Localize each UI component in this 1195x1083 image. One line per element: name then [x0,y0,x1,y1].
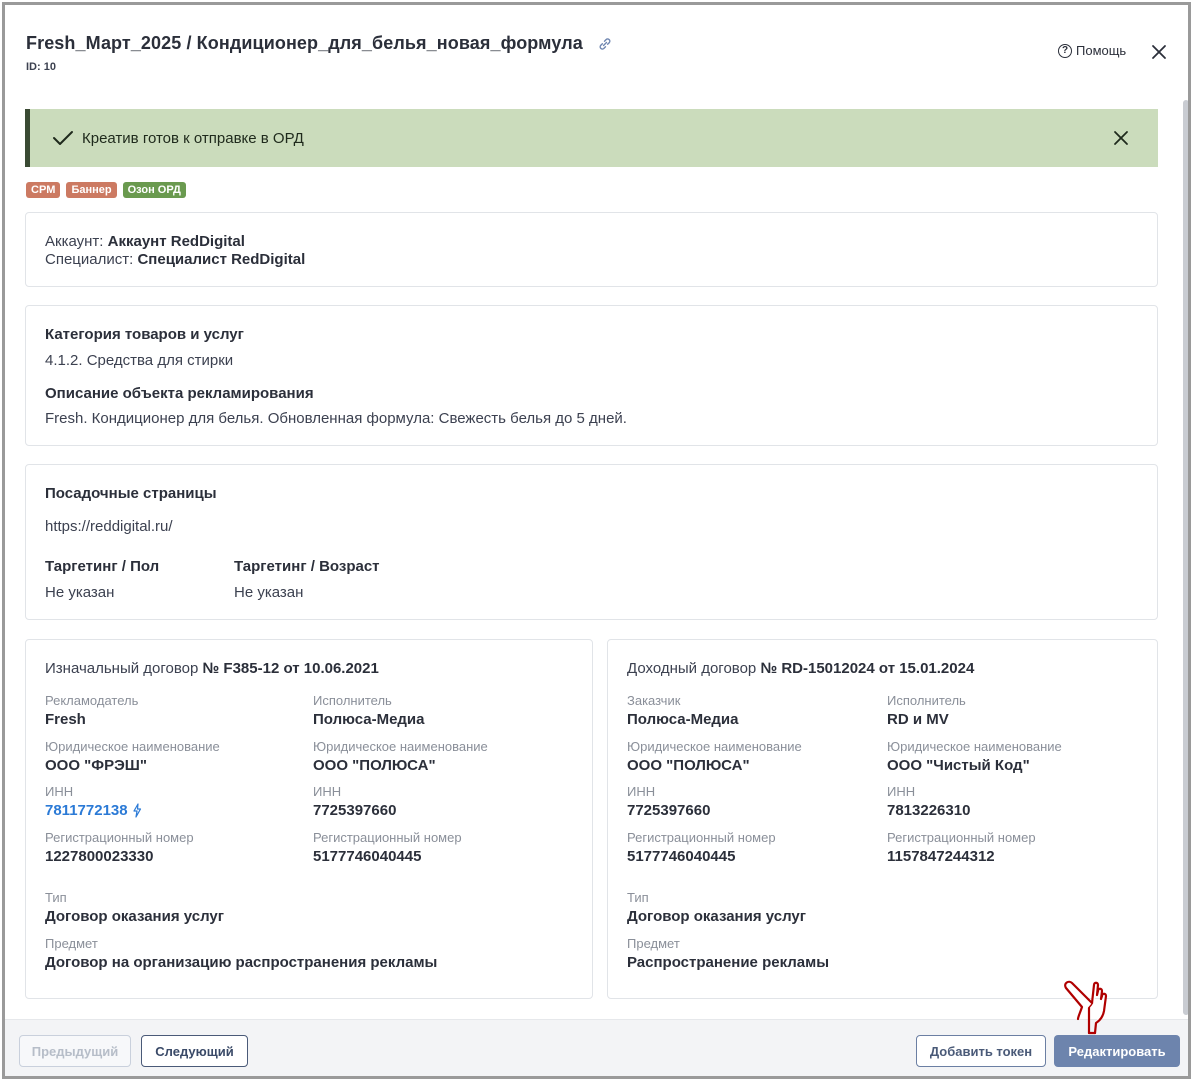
gender-value: Не указан [45,584,115,601]
customer-inn: 7725397660 [627,802,711,819]
page-title: Fresh_Март_2025 / Кондиционер_для_белья_… [26,33,583,53]
advertiser-legal-name: ООО "ФРЭШ" [45,757,147,774]
income-executor-legal-name: ООО "Чистый Код" [887,757,1030,774]
income-subject-label: Предмет [627,936,680,951]
gender-heading: Таргетинг / Пол [45,558,160,575]
add-token-button[interactable]: Добавить токен [916,1035,1046,1067]
landing-url: https://reddigital.ru/ [45,518,173,535]
executor-reg-label: Регистрационный номер [313,830,462,845]
advertiser-inn-label: ИНН [45,784,74,799]
income-executor-inn: 7813226310 [887,802,971,819]
executor-label: Исполнитель [313,693,392,708]
close-icon[interactable] [1149,42,1169,62]
category-heading: Категория товаров и услуг [45,326,244,343]
specialist-value: Специалист RedDigital [137,251,306,268]
initial-contract-number: № F385-12 от 10.06.2021 [202,660,379,677]
pointing-hand-icon [1064,980,1108,1035]
scrollbar[interactable] [1183,100,1188,1015]
customer-legal-label: Юридическое наименование [627,739,802,754]
account-card: Аккаунт: Аккаунт RedDigital Специалист: … [25,212,1158,287]
initial-contract-card: Изначальный договор № F385-12 от 10.06.2… [25,639,593,999]
income-executor-reg-label: Регистрационный номер [887,830,1036,845]
income-subject-value: Распространение рекламы [627,954,830,971]
initial-contract-title: Изначальный договор № F385-12 от 10.06.2… [45,660,379,677]
tag-list: CPM Баннер Озон ОРД [26,182,186,198]
advertiser-reg-label: Регистрационный номер [45,830,194,845]
entity-id: ID: 10 [26,61,56,73]
income-executor-name: RD и MV [887,711,949,728]
contract-subject-label: Предмет [45,936,98,951]
customer-legal-name: ООО "ПОЛЮСА" [627,757,750,774]
income-executor-label: Исполнитель [887,693,966,708]
advertiser-name: Fresh [45,711,86,728]
advertiser-inn-row: 7811772138 [45,802,142,819]
age-heading: Таргетинг / Возраст [234,558,380,575]
customer-label: Заказчик [627,693,681,708]
income-type-label: Тип [627,890,649,905]
customer-reg-label: Регистрационный номер [627,830,776,845]
contract-type-label: Тип [45,890,67,905]
advertiser-inn-link[interactable]: 7811772138 [45,802,128,819]
customer-name: Полюса-Медиа [627,711,739,728]
executor-inn: 7725397660 [313,802,397,819]
checkmark-icon [53,131,73,145]
executor-name: Полюса-Медиа [313,711,425,728]
previous-button[interactable]: Предыдущий [19,1035,131,1067]
category-card: Категория товаров и услуг 4.1.2. Средств… [25,305,1158,446]
next-button[interactable]: Следующий [141,1035,248,1067]
customer-inn-label: ИНН [627,784,656,799]
income-contract-card: Доходный договор № RD-15012024 от 15.01.… [607,639,1158,999]
landing-heading: Посадочные страницы [45,485,217,502]
success-alert: Креатив готов к отправке в ОРД [25,109,1158,167]
income-type-value: Договор оказания услуг [627,908,806,925]
description-value: Fresh. Кондиционер для белья. Обновленна… [45,410,627,427]
advertiser-label: Рекламодатель [45,693,139,708]
tag-banner: Баннер [66,182,117,198]
help-link[interactable]: ? Помощь [1058,43,1126,58]
landing-card: Посадочные страницы https://reddigital.r… [25,464,1158,620]
contract-subject-value: Договор на организацию распространения р… [45,954,438,971]
customer-reg-number: 5177746040445 [627,848,736,865]
income-contract-number: № RD-15012024 от 15.01.2024 [760,660,975,677]
tag-ozon-ord: Озон ОРД [122,182,186,198]
income-executor-reg-number: 1157847244312 [887,848,995,865]
advertiser-reg-number: 1227800023330 [45,848,154,865]
account-line: Аккаунт: Аккаунт RedDigital [45,233,245,250]
account-value: Аккаунт RedDigital [107,233,245,250]
alert-message: Креатив готов к отправке в ОРД [82,129,304,147]
edit-button[interactable]: Редактировать [1054,1035,1180,1067]
copy-link-icon[interactable] [597,37,613,51]
help-label: Помощь [1076,43,1127,58]
lightning-icon [133,803,141,818]
executor-reg-number: 5177746040445 [313,848,422,865]
income-executor-legal-label: Юридическое наименование [887,739,1062,754]
category-value: 4.1.2. Средства для стирки [45,352,234,369]
age-value: Не указан [234,584,304,601]
advertiser-legal-label: Юридическое наименование [45,739,220,754]
specialist-line: Специалист: Специалист RedDigital [45,251,306,268]
executor-legal-name: ООО "ПОЛЮСА" [313,757,436,774]
close-alert-icon[interactable] [1112,129,1130,147]
income-executor-inn-label: ИНН [887,784,916,799]
description-heading: Описание объекта рекламирования [45,385,314,402]
modal-window: Fresh_Март_2025 / Кондиционер_для_белья_… [2,2,1191,1079]
executor-inn-label: ИНН [313,784,342,799]
tag-cpm: CPM [26,182,61,198]
question-icon: ? [1058,43,1072,58]
contract-type-value: Договор оказания услуг [45,908,224,925]
income-contract-title: Доходный договор № RD-15012024 от 15.01.… [627,660,975,677]
executor-legal-label: Юридическое наименование [313,739,488,754]
